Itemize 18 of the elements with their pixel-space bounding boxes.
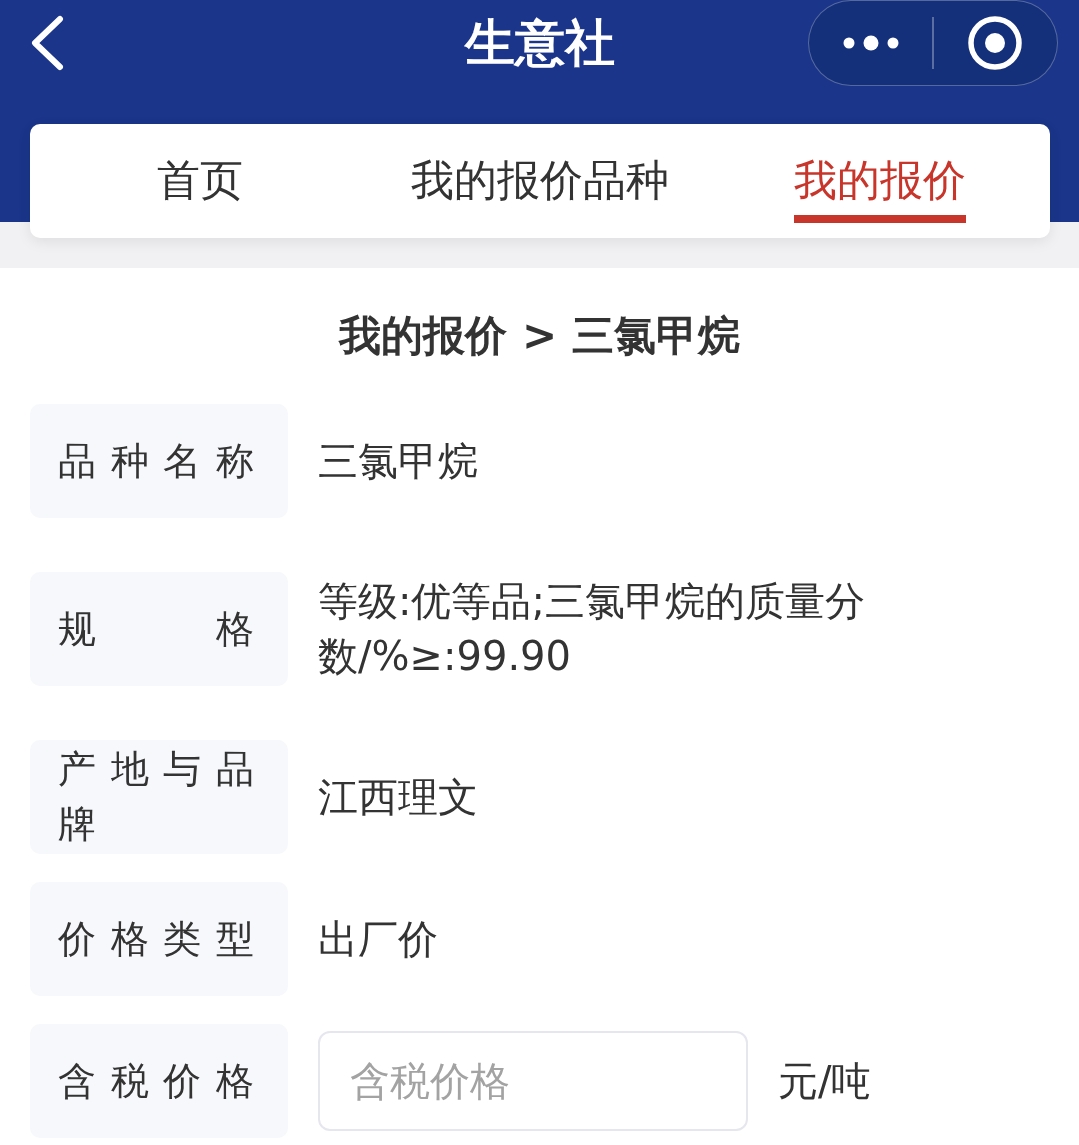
unit-label: 元/吨 <box>778 1056 872 1106</box>
breadcrumb-heading: 我的报价 > 三氯甲烷 <box>339 310 740 362</box>
tab[interactable]: 我的报价品种 <box>411 124 669 223</box>
tab[interactable]: 首页 <box>157 124 243 223</box>
field-label: 规格 <box>30 572 288 686</box>
field-value: 三氯甲烷 <box>318 436 479 486</box>
circle-dot-icon <box>968 16 1023 70</box>
tab[interactable]: 我的报价 <box>794 124 966 223</box>
field-label: 品种名称 <box>30 404 288 518</box>
field-label: 含税价格 <box>30 1024 288 1138</box>
app-title: 生意社 <box>464 13 615 74</box>
field-value: 等级:优等品;三氯甲烷的质量分数/%≥:99.90 <box>318 577 866 681</box>
field-label: 产地与品牌 <box>30 740 288 854</box>
field-label: 价格类型 <box>30 882 288 996</box>
field-value: 江西理文 <box>318 772 479 822</box>
dots-icon <box>842 35 899 51</box>
price-input[interactable]: 含税价格 <box>318 1031 748 1131</box>
field-value: 出厂价 <box>318 914 439 964</box>
